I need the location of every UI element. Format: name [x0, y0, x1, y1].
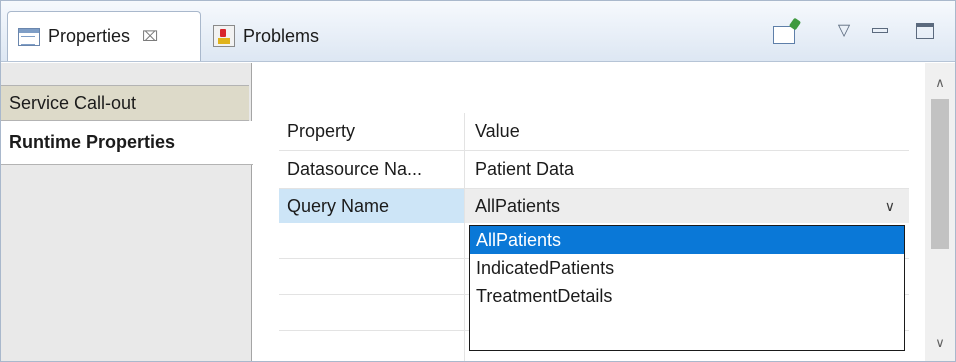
- tab-problems[interactable]: Problems: [207, 11, 407, 61]
- vertical-scrollbar[interactable]: ∧ ∨: [925, 63, 955, 361]
- column-header-property[interactable]: Property: [279, 113, 465, 150]
- section-runtime-properties[interactable]: Runtime Properties: [1, 121, 253, 165]
- column-header-value[interactable]: Value: [465, 113, 909, 150]
- table-header: Property Value: [279, 113, 909, 151]
- table-row[interactable]: Query Name AllPatients ∨: [279, 189, 909, 223]
- problems-icon: [213, 25, 235, 47]
- pin-to-dashboard-icon[interactable]: [771, 19, 797, 45]
- scrollbar-thumb[interactable]: [931, 99, 949, 249]
- scroll-up-icon[interactable]: ∧: [925, 71, 955, 95]
- properties-icon: [18, 27, 40, 46]
- dropdown-option-indicatedpatients[interactable]: IndicatedPatients: [470, 254, 904, 282]
- combo-value: AllPatients: [475, 195, 561, 216]
- property-name-cell: Datasource Na...: [279, 151, 465, 188]
- maximize-icon[interactable]: [913, 19, 937, 43]
- property-name-cell: Query Name: [279, 189, 465, 223]
- close-icon[interactable]: ⌧: [142, 28, 158, 45]
- tab-properties[interactable]: Properties ⌧: [7, 11, 201, 61]
- section-service-call-out[interactable]: Service Call-out: [1, 85, 249, 121]
- view-menu-icon[interactable]: ▽: [833, 19, 855, 41]
- table-row[interactable]: Datasource Na... Patient Data: [279, 151, 909, 189]
- dropdown-option-treatmentdetails[interactable]: TreatmentDetails: [470, 282, 904, 310]
- empty-cell: [279, 223, 465, 258]
- tab-problems-label: Problems: [243, 25, 320, 46]
- view-tab-bar: Properties ⌧ Problems ▽: [1, 1, 955, 62]
- dropdown-option-allpatients[interactable]: AllPatients: [470, 226, 904, 254]
- chevron-down-icon[interactable]: ∨: [885, 198, 895, 215]
- empty-cell: [279, 295, 465, 330]
- scroll-down-icon[interactable]: ∨: [925, 331, 955, 355]
- properties-view: Properties ⌧ Problems ▽ Service Call-out…: [0, 0, 956, 362]
- tab-properties-label: Properties: [48, 26, 131, 46]
- empty-cell: [279, 259, 465, 294]
- query-name-dropdown-list[interactable]: AllPatients IndicatedPatients TreatmentD…: [469, 225, 905, 351]
- property-value-cell[interactable]: Patient Data: [465, 151, 909, 188]
- section-list: Service Call-out Runtime Properties: [1, 63, 253, 361]
- minimize-icon[interactable]: [869, 19, 891, 41]
- query-name-combo[interactable]: AllPatients ∨: [465, 189, 909, 223]
- empty-cell: [279, 331, 465, 361]
